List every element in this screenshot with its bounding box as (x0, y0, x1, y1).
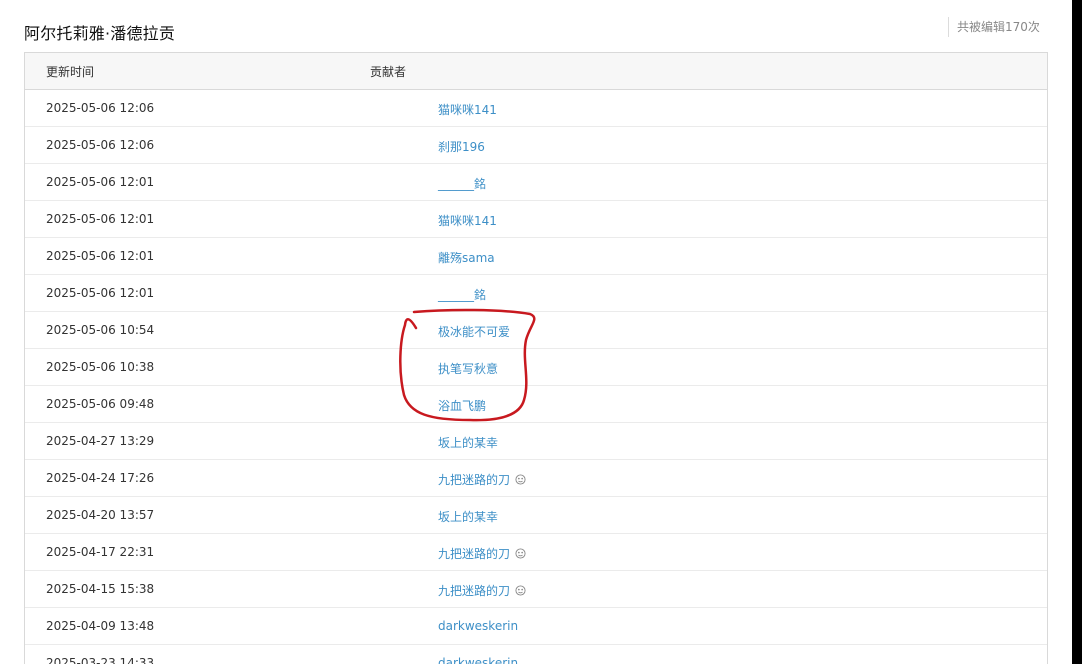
contributor-name: 猫咪咪141 (438, 214, 497, 228)
table-row: 2025-04-27 13:29 坂上的某幸 (25, 423, 1047, 460)
table-row: 2025-04-17 22:31 九把迷路的刀 (25, 534, 1047, 571)
contributor-link[interactable]: 坂上的某幸 (438, 434, 498, 451)
user-badge-icon (515, 585, 526, 596)
table-row: 2025-04-09 13:48 darkweskerin (25, 608, 1047, 645)
contributor-name: 九把迷路的刀 (438, 473, 511, 487)
history-table: 更新时间 贡献者 2025-05-06 12:06 猫咪咪141 2025-05-0… (24, 52, 1048, 664)
contributor-name: darkweskerin (438, 619, 519, 633)
contributor-name: 坂上的某幸 (438, 510, 499, 524)
table-row: 2025-05-06 12:01 猫咪咪141 (25, 201, 1047, 238)
row-update-time: 2025-03-23 14:33 (46, 656, 155, 664)
contributor-name: darkweskerin (438, 656, 519, 664)
table-row: 2025-05-06 10:54 极冰能不可爱 (25, 312, 1047, 349)
table-row: 2025-05-06 12:01 ______銘 (25, 275, 1047, 312)
contributor-link[interactable]: 九把迷路的刀 (438, 545, 526, 562)
row-update-time: 2025-04-27 13:29 (46, 434, 155, 448)
contributor-name: ______銘 (438, 177, 487, 191)
contributor-name: 離殇sama (438, 251, 495, 265)
table-row: 2025-05-06 09:48 浴血飞鹏 (25, 386, 1047, 423)
table-header: 更新时间 贡献者 (25, 53, 1047, 90)
edit-count: 共被编辑170次 (948, 17, 1040, 37)
table-row: 2025-05-06 12:06 刹那196 (25, 127, 1047, 164)
header-contributor: 贡献者 (370, 65, 407, 79)
contributor-name: 九把迷路的刀 (438, 584, 511, 598)
contributor-link[interactable]: 九把迷路的刀 (438, 582, 526, 599)
contributor-name: 极冰能不可爱 (438, 325, 511, 339)
row-update-time: 2025-05-06 12:06 (46, 138, 155, 152)
row-update-time: 2025-05-06 12:06 (46, 101, 155, 115)
user-badge-icon (515, 474, 526, 485)
contributor-link[interactable]: 刹那196 (438, 138, 485, 155)
table-row: 2025-04-20 13:57 坂上的某幸 (25, 497, 1047, 534)
contributor-name: 坂上的某幸 (438, 436, 499, 450)
row-update-time: 2025-04-15 15:38 (46, 582, 155, 596)
contributor-link[interactable]: darkweskerin (438, 619, 518, 633)
contributor-link[interactable]: 猫咪咪141 (438, 101, 497, 118)
contributor-link[interactable]: ______銘 (438, 286, 486, 303)
row-update-time: 2025-05-06 12:01 (46, 175, 155, 189)
row-update-time: 2025-05-06 12:01 (46, 286, 155, 300)
contributor-name: 九把迷路的刀 (438, 547, 511, 561)
row-update-time: 2025-05-06 10:38 (46, 360, 155, 374)
table-row: 2025-03-23 14:33 darkweskerin (25, 645, 1047, 664)
row-update-time: 2025-04-09 13:48 (46, 619, 155, 633)
contributor-name: 刹那196 (438, 140, 485, 154)
history-panel: 阿尔托莉雅·潘德拉贡 共被编辑170次 更新时间 贡献者 2025-05-06 … (0, 0, 1072, 664)
table-row: 2025-04-24 17:26 九把迷路的刀 (25, 460, 1047, 497)
table-row: 2025-05-06 10:38 执笔写秋意 (25, 349, 1047, 386)
row-update-time: 2025-04-20 13:57 (46, 508, 155, 522)
row-update-time: 2025-05-06 10:54 (46, 323, 155, 337)
contributor-name: 猫咪咪141 (438, 103, 497, 117)
contributor-link[interactable]: 坂上的某幸 (438, 508, 498, 525)
table-row: 2025-05-06 12:01 離殇sama (25, 238, 1047, 275)
row-update-time: 2025-05-06 12:01 (46, 212, 155, 226)
contributor-name: 执笔写秋意 (438, 362, 499, 376)
row-update-time: 2025-04-24 17:26 (46, 471, 155, 485)
contributor-link[interactable]: 猫咪咪141 (438, 212, 497, 229)
row-update-time: 2025-05-06 09:48 (46, 397, 155, 411)
header-update-time: 更新时间 (46, 65, 95, 79)
row-update-time: 2025-05-06 12:01 (46, 249, 155, 263)
contributor-link[interactable]: 极冰能不可爱 (438, 323, 510, 340)
table-body: 2025-05-06 12:06 猫咪咪141 2025-05-06 12:06 刹那… (25, 90, 1047, 664)
row-update-time: 2025-04-17 22:31 (46, 545, 155, 559)
contributor-link[interactable]: 执笔写秋意 (438, 360, 498, 377)
contributor-link[interactable]: 離殇sama (438, 249, 495, 266)
table-row: 2025-05-06 12:06 猫咪咪141 (25, 90, 1047, 127)
user-badge-icon (515, 548, 526, 559)
page-title: 阿尔托莉雅·潘德拉贡 (24, 24, 176, 43)
table-row: 2025-04-15 15:38 九把迷路的刀 (25, 571, 1047, 608)
contributor-name: ______銘 (438, 288, 487, 302)
contributor-name: 浴血飞鹏 (438, 399, 487, 413)
contributor-link[interactable]: 浴血飞鹏 (438, 397, 486, 414)
contributor-link[interactable]: darkweskerin (438, 656, 518, 664)
contributor-link[interactable]: ______銘 (438, 175, 486, 192)
table-row: 2025-05-06 12:01 ______銘 (25, 164, 1047, 201)
contributor-link[interactable]: 九把迷路的刀 (438, 471, 526, 488)
